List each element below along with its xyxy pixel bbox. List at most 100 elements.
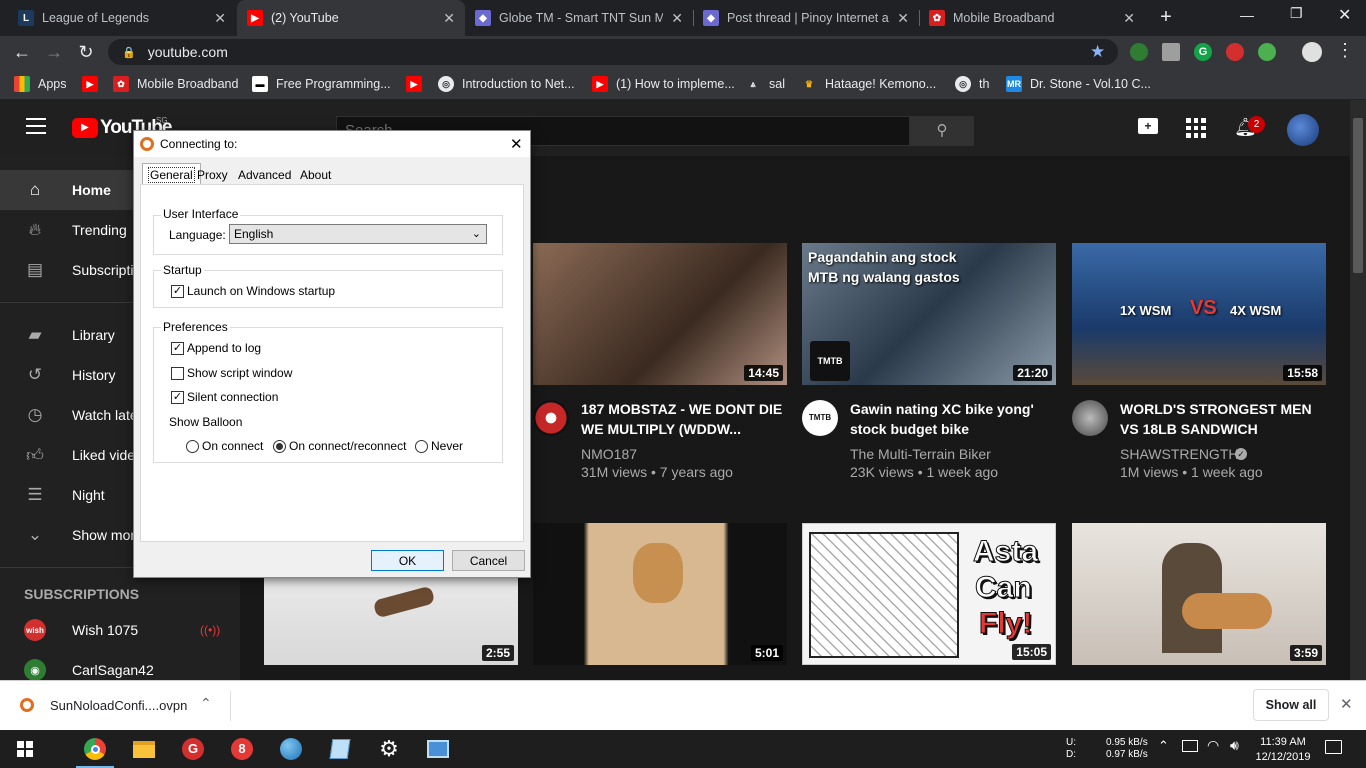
- hamburger-menu-icon[interactable]: [26, 118, 46, 134]
- windows-start-icon[interactable]: [10, 734, 40, 764]
- apps-grid-icon[interactable]: [1186, 118, 1206, 138]
- bookmark-apps[interactable]: Apps: [14, 68, 67, 100]
- garena-icon[interactable]: G: [178, 734, 208, 764]
- tab-advanced[interactable]: Advanced: [233, 165, 296, 184]
- bookmark-hataage[interactable]: ♛ Hataage! Kemono...: [801, 68, 936, 100]
- subscription-wish-1075[interactable]: wish Wish 1075 ((•)): [0, 610, 240, 650]
- crown-icon: ♛: [801, 76, 817, 92]
- tab-league-of-legends[interactable]: L League of Legends ✕: [8, 0, 236, 36]
- bookmark-youtube-2[interactable]: ▶: [406, 68, 430, 100]
- channel-name[interactable]: SHAWSTRENGTH: [1120, 445, 1238, 463]
- bookmark-how-to-implement[interactable]: ▶ (1) How to impleme...: [592, 68, 735, 100]
- bookmark-mobile-broadband[interactable]: ✿ Mobile Broadband: [113, 68, 238, 100]
- close-icon[interactable]: ✕: [443, 10, 455, 27]
- download-item[interactable]: SunNoloadConfi....ovpn ⌃: [12, 689, 230, 721]
- chevron-up-icon[interactable]: ⌃: [1158, 738, 1169, 754]
- close-icon[interactable]: ✕: [214, 10, 226, 27]
- network-app-icon[interactable]: [276, 734, 306, 764]
- language-select[interactable]: English ⌄: [229, 224, 487, 244]
- cancel-button[interactable]: Cancel: [452, 550, 525, 571]
- bookmark-star-icon[interactable]: ★: [1090, 42, 1105, 62]
- youtube-logo-icon[interactable]: ▶: [72, 118, 98, 138]
- extension-icon[interactable]: [1258, 43, 1276, 61]
- volume-icon[interactable]: 🔊︎: [1230, 737, 1239, 754]
- reload-button[interactable]: ↻: [72, 36, 100, 68]
- bookmark-free-programming[interactable]: ▬ Free Programming...: [252, 68, 391, 100]
- tab-proxy[interactable]: Proxy: [192, 165, 233, 184]
- chevron-down-icon: ⌄: [471, 228, 481, 240]
- grammarly-icon[interactable]: G: [1194, 43, 1212, 61]
- radio-never[interactable]: Never: [415, 439, 463, 453]
- thumbnail-overlay-text: Can: [975, 571, 1033, 604]
- group-label: Startup: [161, 263, 204, 277]
- close-icon[interactable]: ✕: [671, 10, 683, 27]
- close-icon[interactable]: ✕: [1340, 695, 1353, 713]
- close-icon[interactable]: ✕: [897, 10, 909, 27]
- notepad-icon[interactable]: [325, 734, 355, 764]
- channel-name[interactable]: The Multi-Terrain Biker: [850, 445, 991, 463]
- restore-button[interactable]: ❐: [1290, 5, 1303, 22]
- video-thumbnail[interactable]: Asta Can Fly! 15:05: [802, 523, 1056, 665]
- action-center-icon[interactable]: [1325, 740, 1342, 754]
- tab-mobile-broadband[interactable]: ✿ Mobile Broadband ✕: [919, 0, 1145, 36]
- minimize-button[interactable]: —: [1240, 7, 1254, 23]
- video-thumbnail[interactable]: 3:59: [1072, 523, 1326, 665]
- ok-button[interactable]: OK: [371, 550, 444, 571]
- radio-on-connect-reconnect[interactable]: On connect/reconnect: [273, 439, 406, 453]
- user-avatar[interactable]: [1287, 114, 1319, 146]
- video-meta: 23K views • 1 week ago: [850, 464, 999, 480]
- channel-avatar[interactable]: [533, 400, 569, 436]
- video-thumbnail[interactable]: 1X WSM VS 4X WSM 15:58: [1072, 243, 1326, 385]
- bookmark-th[interactable]: ◎ th: [955, 68, 989, 100]
- back-button[interactable]: ←: [8, 36, 36, 68]
- bookmark-sal[interactable]: ⩓ sal: [745, 68, 785, 100]
- menu-icon[interactable]: ⋮: [1336, 40, 1354, 61]
- channel-name[interactable]: NMO187: [581, 445, 637, 463]
- chevron-up-icon[interactable]: ⌃: [200, 695, 212, 712]
- clock[interactable]: 11:39 AM 12/12/2019: [1253, 735, 1313, 765]
- video-thumbnail[interactable]: Pagandahin ang stock MTB ng walang gasto…: [802, 243, 1056, 385]
- close-icon[interactable]: ✕: [1123, 10, 1135, 27]
- wifi-icon[interactable]: ◠: [1207, 737, 1219, 754]
- create-video-icon[interactable]: +: [1138, 118, 1158, 134]
- network-connections-icon[interactable]: [423, 734, 453, 764]
- adblock-icon[interactable]: [1226, 43, 1244, 61]
- show-script-window-checkbox[interactable]: Show script window: [171, 366, 292, 380]
- url-text: youtube.com: [147, 44, 228, 60]
- launch-on-startup-checkbox[interactable]: ✓ Launch on Windows startup: [171, 284, 335, 298]
- forward-button[interactable]: →: [40, 36, 68, 68]
- append-to-log-checkbox[interactable]: ✓ Append to log: [171, 341, 261, 355]
- video-title[interactable]: WORLD'S STRONGEST MEN VS 18LB SANDWICH: [1120, 399, 1330, 439]
- app-icon[interactable]: 8: [227, 734, 257, 764]
- video-title[interactable]: 187 MOBSTAZ - WE DONT DIE WE MULTIPLY (W…: [581, 399, 791, 439]
- file-explorer-icon[interactable]: [129, 734, 159, 764]
- profile-avatar[interactable]: [1302, 42, 1322, 62]
- bookmark-introduction[interactable]: ◎ Introduction to Net...: [438, 68, 575, 100]
- tab-label: About: [300, 167, 332, 182]
- channel-avatar[interactable]: TMTB: [802, 400, 838, 436]
- show-all-button[interactable]: Show all: [1253, 689, 1329, 721]
- close-icon[interactable]: ✕: [510, 135, 523, 153]
- tab-post-thread[interactable]: ◆ Post thread | Pinoy Internet an ✕: [693, 0, 919, 36]
- video-thumbnail[interactable]: 5:01: [533, 523, 787, 665]
- silent-connection-checkbox[interactable]: ✓ Silent connection: [171, 390, 278, 404]
- chrome-icon[interactable]: [80, 734, 110, 764]
- scrollbar-thumb[interactable]: [1353, 118, 1363, 273]
- device-icon[interactable]: [1182, 740, 1198, 752]
- close-window-button[interactable]: ✕: [1338, 5, 1351, 25]
- tab-globe[interactable]: ◆ Globe TM - Smart TNT Sun Ma ✕: [465, 0, 693, 36]
- radio-on-connect[interactable]: On connect: [186, 439, 263, 453]
- bookmark-dr-stone[interactable]: MR Dr. Stone - Vol.10 C...: [1006, 68, 1151, 100]
- search-icon[interactable]: ⚲: [910, 116, 974, 146]
- bookmark-youtube[interactable]: ▶: [82, 68, 106, 100]
- extension-icon[interactable]: [1130, 43, 1148, 61]
- address-bar[interactable]: 🔒 youtube.com: [108, 39, 1118, 65]
- new-tab-button[interactable]: +: [1155, 6, 1177, 28]
- tab-youtube[interactable]: ▶ (2) YouTube ✕: [237, 0, 465, 36]
- video-title[interactable]: Gawin nating XC bike yong' stock budget …: [850, 399, 1040, 439]
- video-thumbnail[interactable]: 14:45: [533, 243, 787, 385]
- tab-about[interactable]: About: [295, 165, 336, 184]
- settings-gear-icon[interactable]: ⚙: [374, 734, 404, 764]
- channel-avatar[interactable]: [1072, 400, 1108, 436]
- extension-icon[interactable]: [1162, 43, 1180, 61]
